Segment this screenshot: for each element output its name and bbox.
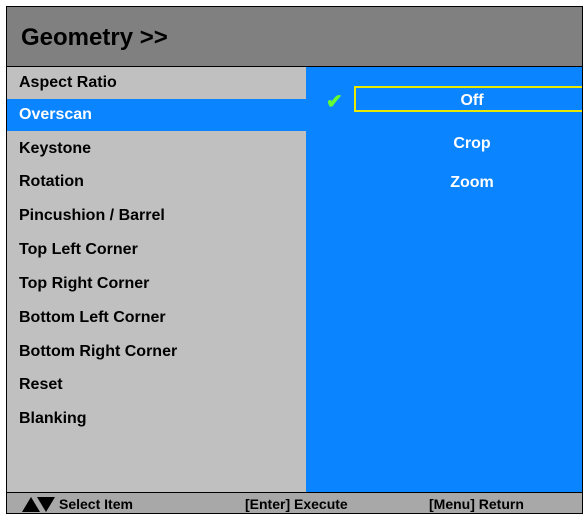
menu-item-aspect-ratio[interactable]: Aspect Ratio: [7, 67, 306, 99]
footer-return: [Menu] Return: [429, 496, 524, 512]
menu-list: Aspect Ratio Overscan Keystone Rotation …: [7, 67, 306, 492]
option-label: Crop: [453, 135, 491, 152]
menu-item-bottom-left-corner[interactable]: Bottom Left Corner: [7, 302, 306, 334]
menu-item-rotation[interactable]: Rotation: [7, 166, 306, 198]
menu-item-keystone[interactable]: Keystone: [7, 133, 306, 165]
option-crop[interactable]: Crop: [354, 131, 582, 157]
menu-item-blanking[interactable]: Blanking: [7, 403, 306, 435]
footer-hint-bar: Select Item [Enter] Execute [Menu] Retur…: [7, 492, 582, 513]
option-zoom[interactable]: Zoom: [354, 170, 582, 196]
footer-select-item: Select Item: [59, 496, 133, 512]
menu-item-overscan[interactable]: Overscan: [7, 99, 306, 131]
option-off[interactable]: Off: [354, 86, 582, 112]
menu-item-bottom-right-corner[interactable]: Bottom Right Corner: [7, 336, 306, 368]
option-label: Off: [460, 92, 484, 109]
down-arrow-icon: [37, 497, 55, 512]
menu-item-top-left-corner[interactable]: Top Left Corner: [7, 234, 306, 266]
page-title: Geometry >>: [21, 24, 168, 51]
osd-window: Geometry >> Aspect Ratio Overscan Keysto…: [6, 6, 583, 514]
menu-item-pincushion-barrel[interactable]: Pincushion / Barrel: [7, 200, 306, 232]
menu-item-top-right-corner[interactable]: Top Right Corner: [7, 268, 306, 300]
options-panel: ✔ Off Crop Zoom: [306, 67, 582, 492]
checkmark-icon: ✔: [326, 91, 343, 113]
option-label: Zoom: [450, 174, 494, 191]
menu-header: Geometry >>: [7, 7, 582, 67]
menu-item-reset[interactable]: Reset: [7, 369, 306, 401]
footer-execute: [Enter] Execute: [245, 496, 348, 512]
